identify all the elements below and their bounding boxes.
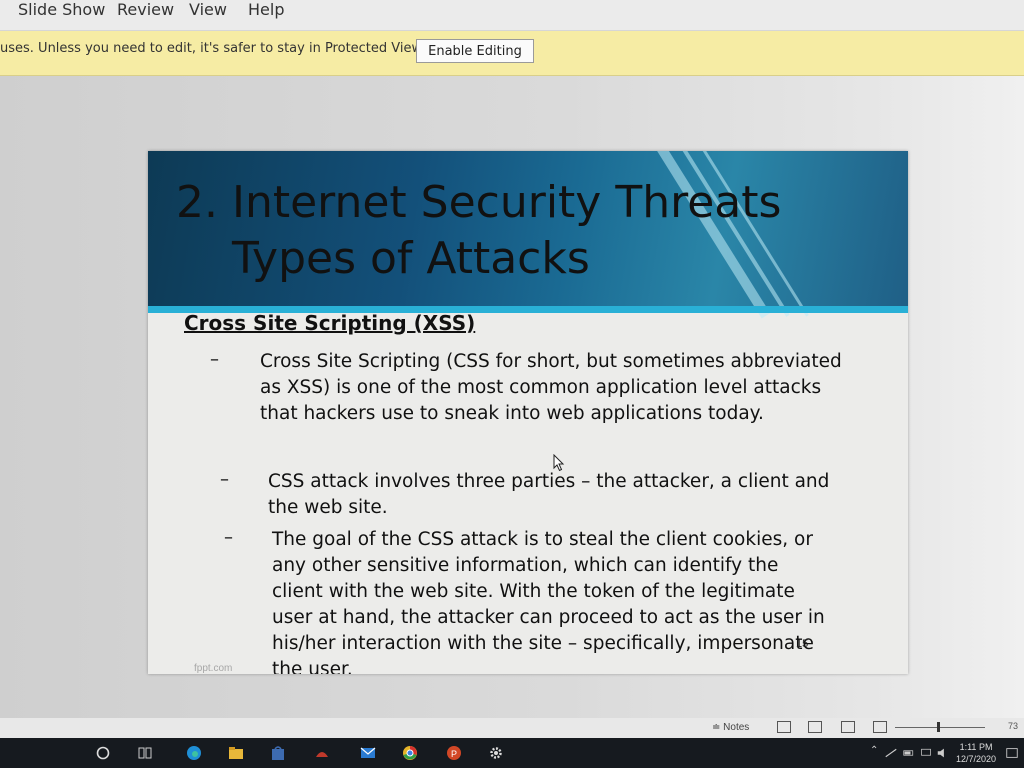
edge-browser-icon[interactable] <box>186 745 202 761</box>
store-icon[interactable] <box>270 745 286 761</box>
clock-time: 1:11 PM <box>959 742 993 752</box>
protected-view-message: uses. Unless you need to edit, it's safe… <box>0 41 426 56</box>
protected-view-bar: uses. Unless you need to edit, it's safe… <box>0 31 1024 76</box>
notes-button[interactable]: ≐ Notes <box>712 722 749 733</box>
zoom-slider[interactable] <box>895 727 985 728</box>
bullet-marker: – <box>210 349 219 370</box>
tray-chevron-icon[interactable]: ⌃ <box>870 745 878 756</box>
notes-label: Notes <box>723 722 750 733</box>
normal-view-icon[interactable] <box>777 721 791 733</box>
volume-icon[interactable] <box>936 745 950 761</box>
ribbon-menu-bar: Slide Show Review View Help <box>0 0 1024 31</box>
zoom-slider-thumb[interactable] <box>937 722 940 732</box>
svg-text:P: P <box>451 749 457 759</box>
slide-title[interactable]: 2. Internet Security Threats Types of At… <box>176 175 781 287</box>
section-heading[interactable]: Cross Site Scripting (XSS) <box>184 311 475 335</box>
chrome-icon[interactable] <box>402 745 418 761</box>
bullet-item-3[interactable]: The goal of the CSS attack is to steal t… <box>272 527 832 674</box>
slide-footer: fppt.com <box>194 663 233 674</box>
windows-taskbar: P ⌃ 1:11 PM 12/7/2020 <box>0 738 1024 768</box>
slide-title-line-2: Types of Attacks <box>232 233 590 284</box>
powerpoint-icon[interactable]: P <box>446 745 462 761</box>
bullet-marker: – <box>224 527 233 548</box>
slide-sorter-icon[interactable] <box>808 721 822 733</box>
app-icon[interactable] <box>314 745 330 761</box>
slide-editor-area: 2. Internet Security Threats Types of At… <box>0 76 1024 718</box>
menu-slide-show[interactable]: Slide Show <box>18 0 105 19</box>
enable-editing-button[interactable]: Enable Editing <box>416 39 534 63</box>
file-explorer-icon[interactable] <box>228 745 244 761</box>
slide-canvas[interactable]: 2. Internet Security Threats Types of At… <box>148 151 908 674</box>
task-view-icon[interactable] <box>137 745 153 761</box>
zoom-level[interactable]: 73 <box>1008 721 1018 731</box>
settings-gear-icon[interactable] <box>488 745 504 761</box>
notification-icon[interactable] <box>1005 745 1019 761</box>
reading-view-icon[interactable] <box>841 721 855 733</box>
battery-icon[interactable] <box>903 745 915 761</box>
clock-date: 12/7/2020 <box>956 754 997 764</box>
menu-review[interactable]: Review <box>117 0 174 19</box>
display-icon[interactable] <box>920 745 932 761</box>
slide-number: 15 <box>796 638 809 650</box>
bullet-item-2[interactable]: CSS attack involves three parties – the … <box>268 469 843 521</box>
bullet-marker: – <box>220 469 229 490</box>
search-circle-icon[interactable] <box>95 745 111 761</box>
slide-show-icon[interactable] <box>873 721 887 733</box>
network-icon[interactable] <box>885 745 897 761</box>
status-bar: ≐ Notes 73 <box>0 718 1024 738</box>
slide-title-line-1: 2. Internet Security Threats <box>176 177 782 228</box>
mail-icon[interactable] <box>360 745 376 761</box>
mouse-pointer-icon <box>553 454 565 472</box>
taskbar-clock[interactable]: 1:11 PM 12/7/2020 <box>956 741 996 765</box>
bullet-item-1[interactable]: Cross Site Scripting (CSS for short, but… <box>260 349 850 427</box>
menu-help[interactable]: Help <box>248 0 284 19</box>
menu-view[interactable]: View <box>189 0 227 19</box>
